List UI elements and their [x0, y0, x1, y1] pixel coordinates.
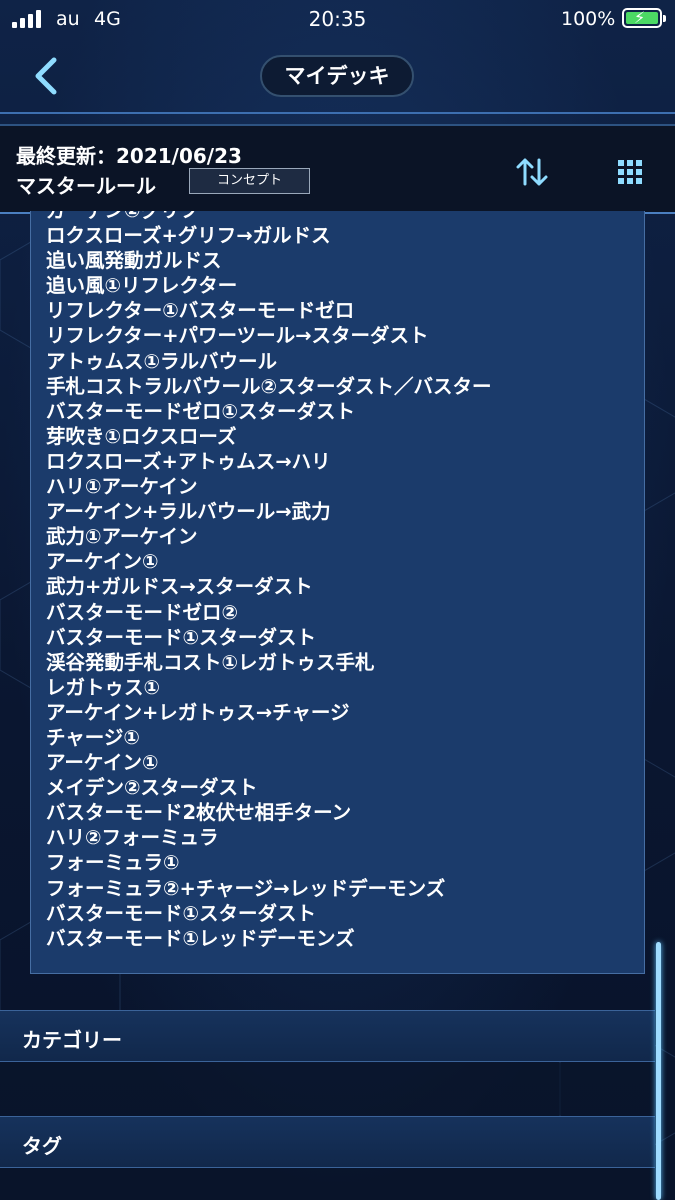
deck-text-line: バスターモードゼロ①スターダスト: [46, 399, 356, 423]
deck-info-bar: 最終更新：2021/06/23 マスタールール コンセプト: [0, 124, 675, 214]
deck-text-line: 追い風発動ガルドス: [46, 249, 222, 273]
deck-text-line: バスターモード①レッドデーモンズ: [46, 926, 355, 950]
deck-text-line: リフレクター①バスターモードゼロ: [46, 299, 355, 323]
scrollbar[interactable]: [656, 942, 661, 1200]
deck-text-line: ロクスローズ+グリフ→ガルドス: [46, 224, 331, 248]
deck-text-line: リフレクター+パワーツール→スターダスト: [46, 324, 429, 348]
page-title: マイデッキ: [260, 55, 414, 97]
grid-button[interactable]: [608, 150, 652, 194]
tag-label: タグ: [22, 1134, 62, 1158]
sort-arrows-icon: [516, 158, 548, 186]
deck-screen: au 4G 20:35 100% ⚡ マイデッキ 最終更新：2021/06/23…: [0, 0, 675, 1200]
deck-text-line: 手札コストラルバウール②スターダスト／バスター: [46, 374, 492, 398]
tag-section-body: [0, 1169, 655, 1200]
deck-text-line: バスターモード①スターダスト: [46, 901, 317, 925]
grid-icon: [618, 160, 642, 184]
deck-text-line: アーケイン①: [46, 751, 159, 775]
deck-text-line: 武力+ガルドス→スターダスト: [46, 575, 313, 599]
deck-text-line: アーケイン+ラルバウール→武力: [46, 500, 331, 524]
concept-button[interactable]: コンセプト: [189, 168, 310, 194]
category-section-header[interactable]: カテゴリー: [0, 1010, 655, 1062]
deck-text-line: ガーデン②グリフ: [46, 211, 492, 223]
deck-text-line: 追い風①リフレクター: [46, 274, 238, 298]
deck-text-line: バスターモード①スターダスト: [46, 625, 317, 649]
deck-text-line: 渓谷発動手札コスト①レガトゥス手札: [46, 650, 375, 674]
battery-percent: 100%: [561, 8, 616, 30]
status-bar: au 4G 20:35 100% ⚡: [0, 0, 675, 38]
sort-button[interactable]: [510, 150, 554, 194]
chevron-left-icon: [35, 57, 57, 95]
deck-text-line: ハリ①アーケイン: [46, 475, 198, 499]
deck-text-line: ロクスローズ+アトゥムス→ハリ: [46, 449, 331, 473]
nav-header: マイデッキ: [0, 40, 675, 114]
deck-text-line: 芽吹き①ロクスローズ: [46, 424, 237, 448]
deck-text-line: ハリ②フォーミュラ: [46, 826, 219, 850]
category-section-body: [0, 1063, 655, 1115]
deck-text-line: メイデン②スターダスト: [46, 776, 258, 800]
category-label: カテゴリー: [22, 1028, 122, 1052]
deck-text-line: アーケイン①: [46, 550, 159, 574]
deck-text-line: レガトゥス①: [46, 675, 161, 699]
back-button[interactable]: [26, 54, 70, 98]
deck-text-panel[interactable]: ガーデン②グリフロクスローズ+グリフ→ガルドス追い風発動ガルドス追い風①リフレク…: [30, 211, 645, 974]
tag-section-header[interactable]: タグ: [0, 1116, 655, 1168]
deck-text-line: フォーミュラ①: [46, 851, 180, 875]
deck-text-line: チャージ①: [46, 725, 140, 749]
deck-text-line: アーケイン+レガトゥス→チャージ: [46, 700, 350, 724]
deck-text-line: アトゥムス①ラルバウール: [46, 349, 278, 373]
rule-label: マスタールール: [16, 174, 156, 198]
deck-text-line: バスターモードゼロ②: [46, 600, 239, 624]
last-updated: 最終更新：2021/06/23: [16, 144, 242, 168]
deck-text-line: バスターモード2枚伏せ相手ターン: [46, 801, 352, 825]
deck-text-line: 武力①アーケイン: [46, 525, 198, 549]
deck-text-line: フォーミュラ②+チャージ→レッドデーモンズ: [46, 876, 446, 900]
battery-icon: ⚡: [622, 8, 666, 28]
deck-text-lines: ガーデン②グリフロクスローズ+グリフ→ガルドス追い風発動ガルドス追い風①リフレク…: [46, 211, 492, 951]
